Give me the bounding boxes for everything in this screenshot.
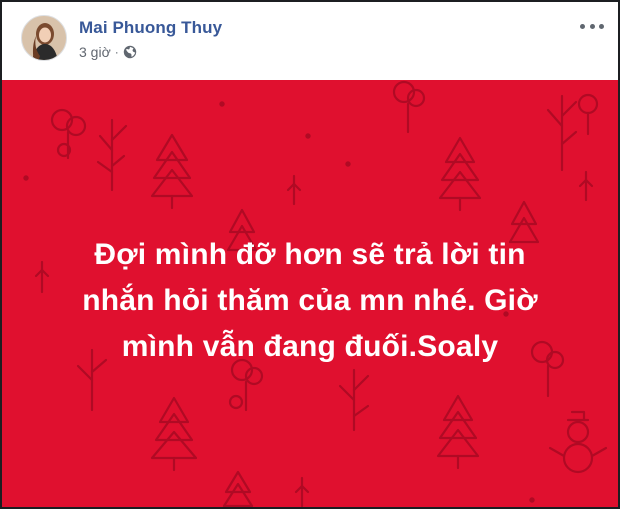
- meta-separator: ·: [114, 45, 119, 59]
- facebook-post: Mai Phuong Thuy 3 giờ · Đợi mình đỡ hơn …: [0, 0, 620, 509]
- sprig-icon: [578, 170, 594, 202]
- post-meta: 3 giờ ·: [79, 44, 137, 60]
- tree-icon: [436, 394, 480, 470]
- post-background: Đợi mình đỡ hơn sẽ trả lời tin nhắn hỏi …: [2, 80, 618, 507]
- branch-icon: [338, 368, 370, 432]
- bush-icon: [50, 108, 87, 160]
- tree-icon: [222, 470, 254, 507]
- more-options-icon[interactable]: [580, 18, 604, 34]
- bush-icon: [577, 93, 599, 136]
- more-dot: [580, 23, 585, 29]
- bush-icon: [392, 80, 426, 134]
- more-dot: [599, 23, 604, 29]
- post-text-line: Đợi mình đỡ hơn sẽ trả lời tin: [94, 238, 526, 271]
- branch-icon: [546, 94, 578, 172]
- more-dot: [589, 23, 595, 29]
- post-text: Đợi mình đỡ hơn sẽ trả lời tin nhắn hỏi …: [42, 232, 578, 370]
- globe-icon[interactable]: [123, 45, 137, 59]
- post-time[interactable]: 3 giờ: [79, 44, 111, 60]
- author-avatar[interactable]: [21, 15, 67, 61]
- tree-icon: [150, 133, 194, 210]
- tree-icon: [150, 396, 198, 472]
- sprig-icon: [294, 476, 310, 507]
- author-name[interactable]: Mai Phuong Thuy: [79, 18, 222, 38]
- snowman-icon: [548, 410, 608, 474]
- tree-icon: [438, 136, 482, 212]
- post-header: Mai Phuong Thuy 3 giờ ·: [2, 2, 618, 80]
- post-text-line: mình vẫn đang đuối.Soaly: [121, 330, 499, 363]
- branch-icon: [96, 118, 128, 192]
- sprig-icon: [286, 174, 302, 206]
- post-text-line: nhắn hỏi thăm của mn nhé. Giờ: [82, 284, 538, 317]
